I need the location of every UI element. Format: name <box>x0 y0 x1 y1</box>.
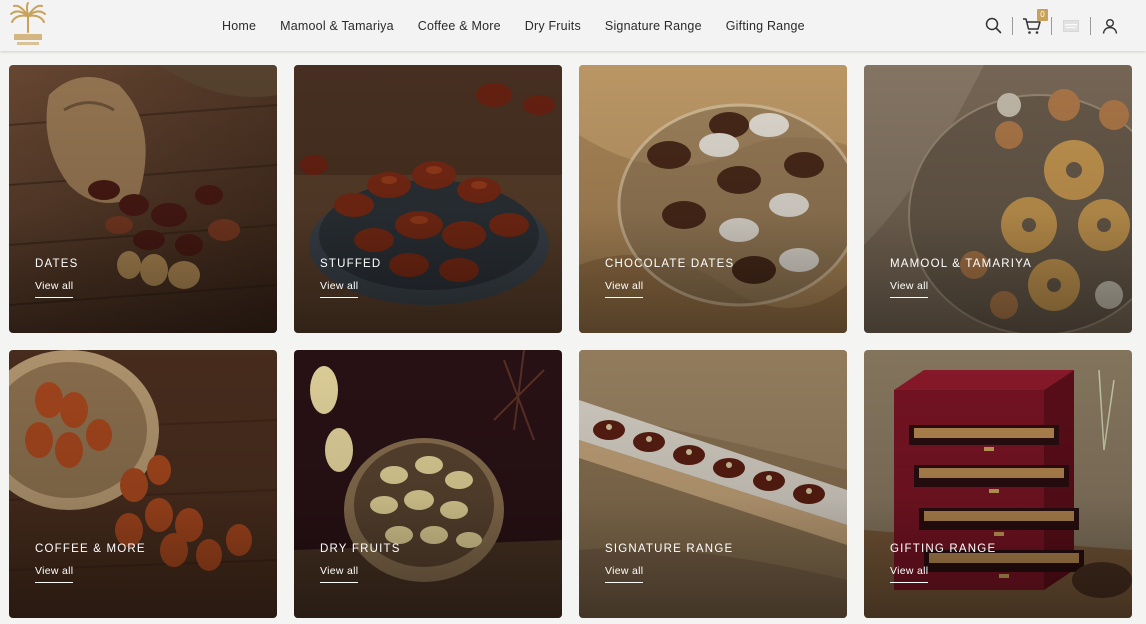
nav-gifting-range[interactable]: Gifting Range <box>726 19 805 33</box>
language-flag-icon <box>1063 19 1079 32</box>
category-card-coffee-more[interactable]: COFFEE & MORE View all <box>9 350 277 618</box>
card-title: GIFTING RANGE <box>890 543 997 555</box>
view-all-link[interactable]: View all <box>890 565 929 583</box>
view-all-link[interactable]: View all <box>605 565 644 583</box>
account-button[interactable] <box>1096 0 1124 51</box>
card-title: STUFFED <box>320 258 382 270</box>
divider <box>1051 16 1052 35</box>
header-actions: 0 <box>979 0 1124 51</box>
view-all-link[interactable]: View all <box>35 280 74 298</box>
main-nav: Home Mamool & Tamariya Coffee & More Dry… <box>222 0 805 51</box>
category-card-signature-range[interactable]: SIGNATURE RANGE View all <box>579 350 847 618</box>
card-title: SIGNATURE RANGE <box>605 543 734 555</box>
category-card-dry-fruits[interactable]: DRY FRUITS View all <box>294 350 562 618</box>
category-card-stuffed[interactable]: STUFFED View all <box>294 65 562 333</box>
category-card-dates[interactable]: DATES View all <box>9 65 277 333</box>
nav-coffee-more[interactable]: Coffee & More <box>418 19 501 33</box>
search-button[interactable] <box>979 0 1007 51</box>
card-title: MAMOOL & TAMARIYA <box>890 258 1033 270</box>
language-switch[interactable] <box>1057 0 1085 51</box>
site-header: Home Mamool & Tamariya Coffee & More Dry… <box>0 0 1146 51</box>
view-all-link[interactable]: View all <box>320 280 359 298</box>
card-title: DATES <box>35 258 79 270</box>
divider <box>1012 16 1013 35</box>
divider <box>1090 16 1091 35</box>
cart-count-badge: 0 <box>1037 9 1048 21</box>
nav-dry-fruits[interactable]: Dry Fruits <box>525 19 581 33</box>
user-icon <box>1102 18 1118 34</box>
nav-signature-range[interactable]: Signature Range <box>605 19 702 33</box>
card-title: DRY FRUITS <box>320 543 401 555</box>
view-all-link[interactable]: View all <box>605 280 644 298</box>
cart-button[interactable]: 0 <box>1018 0 1048 51</box>
nav-mamool-tamariya[interactable]: Mamool & Tamariya <box>280 19 394 33</box>
view-all-link[interactable]: View all <box>320 565 359 583</box>
view-all-link[interactable]: View all <box>890 280 929 298</box>
card-title: CHOCOLATE DATES <box>605 258 735 270</box>
search-icon <box>985 17 1001 34</box>
card-title: COFFEE & MORE <box>35 543 146 555</box>
category-card-chocolate-dates[interactable]: CHOCOLATE DATES View all <box>579 65 847 333</box>
category-card-mamool-tamariya[interactable]: MAMOOL & TAMARIYA View all <box>864 65 1132 333</box>
view-all-link[interactable]: View all <box>35 565 74 583</box>
siafa-logo[interactable] <box>8 2 48 48</box>
category-card-gifting-range[interactable]: GIFTING RANGE View all <box>864 350 1132 618</box>
nav-home[interactable]: Home <box>222 19 256 33</box>
